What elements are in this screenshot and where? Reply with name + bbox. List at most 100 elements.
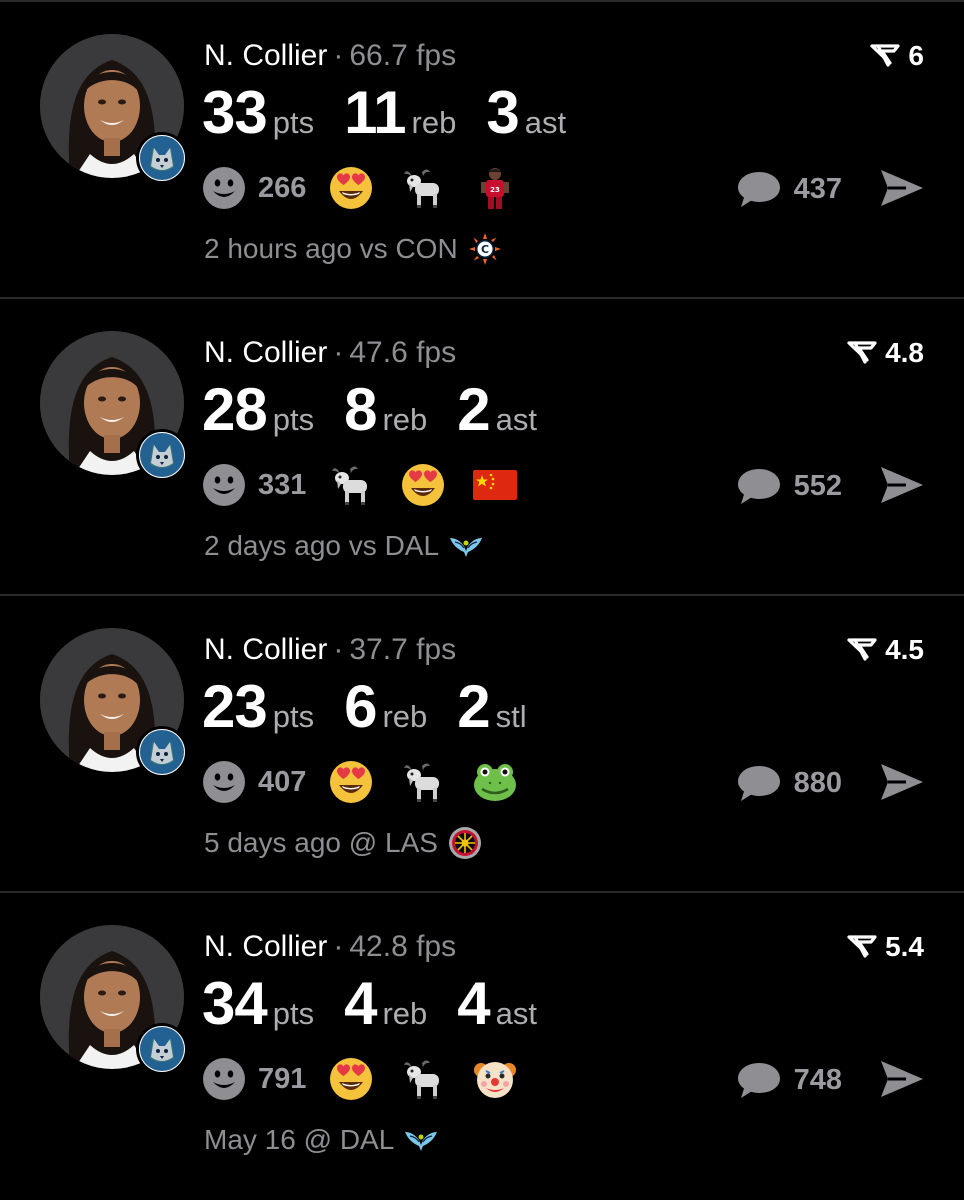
china-flag-emoji[interactable] xyxy=(470,460,520,510)
game-info[interactable]: 2 days ago vs DAL xyxy=(204,529,483,563)
emoji-reactions: 23 xyxy=(326,163,542,213)
rating-arrow-icon xyxy=(870,44,901,67)
player-avatar[interactable] xyxy=(40,34,188,184)
reaction-count: 791 xyxy=(258,1062,307,1095)
send-icon xyxy=(881,467,923,503)
lynx-team-badge xyxy=(136,132,188,184)
reaction-count: 266 xyxy=(258,171,307,204)
comments-button[interactable]: 552 xyxy=(736,463,842,509)
goat-emoji[interactable] xyxy=(326,460,376,510)
stat-unit: pts xyxy=(272,699,315,734)
post-card-1[interactable]: N. Collier · 66.7 fps 6 33 pts 11 reb 3 ast 266… xyxy=(0,0,964,297)
goat-emoji[interactable] xyxy=(398,757,448,807)
lynx-team-badge xyxy=(136,726,188,778)
comment-count: 748 xyxy=(793,1063,842,1096)
stat-reb: 8 reb xyxy=(344,377,427,443)
stat-reb: 6 reb xyxy=(344,674,427,740)
opponent-prefix: vs xyxy=(348,530,377,561)
post-card-4[interactable]: N. Collier · 42.8 fps 5.4 34 pts 4 reb 4 ast 79… xyxy=(0,891,964,1188)
rating-value: 6 xyxy=(908,40,924,71)
lynx-logo-icon xyxy=(140,1027,184,1071)
header-separator: · xyxy=(333,39,344,72)
share-button[interactable] xyxy=(878,760,926,804)
share-button[interactable] xyxy=(878,166,926,210)
game-info[interactable]: May 16 @ DAL xyxy=(204,1123,438,1157)
stat-pts: 34 pts xyxy=(202,971,314,1037)
fps-value: 37.7 fps xyxy=(349,633,457,666)
heart-eyes-emoji[interactable] xyxy=(398,460,448,510)
player-name[interactable]: N. Collier xyxy=(204,633,327,666)
time-ago: 2 days ago xyxy=(204,530,341,561)
frog-emoji[interactable] xyxy=(470,757,520,807)
comment-bubble-icon xyxy=(737,172,780,207)
add-reaction-button[interactable]: 407 xyxy=(202,760,326,804)
clown-emoji[interactable] xyxy=(470,1054,520,1104)
post-card-2[interactable]: N. Collier · 47.6 fps 4.8 28 pts 8 reb 2 ast 33… xyxy=(0,297,964,594)
stat-line: 28 pts 8 reb 2 ast xyxy=(202,377,567,443)
player-avatar[interactable] xyxy=(40,925,188,1075)
player-emoji[interactable]: 23 xyxy=(470,163,520,213)
add-reaction-button[interactable]: 266 xyxy=(202,166,326,210)
emoji-reactions xyxy=(326,460,542,510)
game-info[interactable]: 2 hours ago vs CON C xyxy=(204,232,502,266)
stat-value: 4 xyxy=(344,970,377,1037)
emoji-reactions xyxy=(326,757,542,807)
fps-value: 66.7 fps xyxy=(349,39,457,72)
stat-ast: 3 ast xyxy=(486,80,566,146)
stat-unit: reb xyxy=(382,699,428,734)
opponent-prefix: vs xyxy=(359,233,388,264)
stat-unit: ast xyxy=(495,402,538,437)
player-avatar[interactable] xyxy=(40,331,188,481)
time-ago: 2 hours ago xyxy=(204,233,352,264)
comment-count: 880 xyxy=(793,766,842,799)
smiley-icon xyxy=(203,464,245,506)
post-header: N. Collier · 42.8 fps xyxy=(204,929,456,965)
opponent-team: LAS xyxy=(385,827,438,858)
stat-value: 6 xyxy=(344,673,377,740)
share-button[interactable] xyxy=(878,463,926,507)
add-reaction-button[interactable]: 791 xyxy=(202,1057,326,1101)
stat-unit: ast xyxy=(524,105,567,140)
time-ago: May 16 xyxy=(204,1124,296,1155)
comment-count: 437 xyxy=(793,172,842,205)
lynx-team-badge xyxy=(136,429,188,481)
game-info[interactable]: 5 days ago @ LAS xyxy=(204,826,482,860)
reaction-row: 407 xyxy=(202,758,542,806)
heart-eyes-emoji[interactable] xyxy=(326,163,376,213)
player-avatar[interactable] xyxy=(40,628,188,778)
comments-button[interactable]: 880 xyxy=(736,760,842,806)
rating-arrow-icon xyxy=(847,341,877,364)
player-name[interactable]: N. Collier xyxy=(204,39,327,72)
lynx-logo-icon xyxy=(140,730,184,774)
goat-emoji[interactable] xyxy=(398,1054,448,1104)
comments-button[interactable]: 437 xyxy=(736,166,842,212)
header-separator: · xyxy=(333,930,344,963)
heart-eyes-emoji[interactable] xyxy=(326,1054,376,1104)
share-button[interactable] xyxy=(878,1057,926,1101)
rating-arrow-icon xyxy=(847,638,877,661)
stat-stl: 2 stl xyxy=(457,674,526,740)
post-card-3[interactable]: N. Collier · 37.7 fps 4.5 23 pts 6 reb 2 stl 40… xyxy=(0,594,964,891)
rating-score: 4.5 xyxy=(847,632,924,668)
player-name[interactable]: N. Collier xyxy=(204,930,327,963)
stat-unit: ast xyxy=(495,996,538,1031)
post-header: N. Collier · 66.7 fps xyxy=(204,38,456,74)
stat-value: 2 xyxy=(457,376,490,443)
stat-value: 33 xyxy=(202,79,268,146)
add-reaction-button[interactable]: 331 xyxy=(202,463,326,507)
header-separator: · xyxy=(333,633,344,666)
comments-button[interactable]: 748 xyxy=(736,1057,842,1103)
stat-unit: reb xyxy=(411,105,457,140)
stat-value: 3 xyxy=(486,79,519,146)
stat-pts: 23 pts xyxy=(202,674,314,740)
stat-unit: pts xyxy=(272,996,315,1031)
heart-eyes-emoji[interactable] xyxy=(326,757,376,807)
stat-reb: 11 reb xyxy=(344,80,456,146)
goat-emoji[interactable] xyxy=(398,163,448,213)
stat-unit: stl xyxy=(495,699,527,734)
player-name[interactable]: N. Collier xyxy=(204,336,327,369)
rating-score: 4.8 xyxy=(847,335,924,371)
wings-logo-icon xyxy=(449,529,483,563)
reaction-row: 331 xyxy=(202,461,542,509)
comment-bubble-icon xyxy=(737,766,780,801)
